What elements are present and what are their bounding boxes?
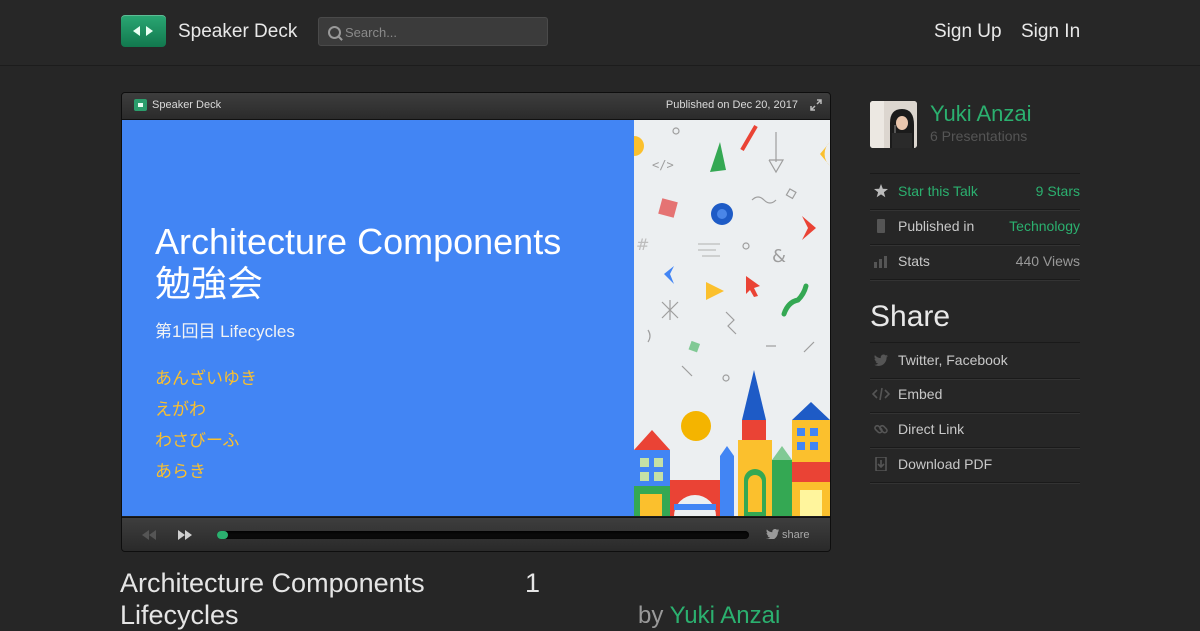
slide-view[interactable]: Architecture Components 勉強会 第1回目 Lifecyc…: [122, 120, 830, 516]
share-twitter-facebook-label[interactable]: Twitter, Facebook: [898, 352, 1008, 368]
embed-icon: [872, 387, 890, 401]
twitter-icon: [874, 354, 888, 367]
avatar[interactable]: [870, 101, 917, 148]
search-box[interactable]: [318, 17, 548, 46]
progress-fill: [217, 531, 228, 539]
category-link[interactable]: Technology: [1009, 218, 1080, 234]
svg-text:&: &: [772, 246, 786, 267]
prev-icon[interactable]: [142, 530, 156, 540]
share-direct-link[interactable]: Direct Link: [870, 412, 1080, 448]
slide-title-line2: 勉強会: [155, 263, 264, 304]
stats-icon: [874, 256, 887, 268]
talk-title-line2: Lifecycles: [120, 600, 239, 630]
slide-title-line1: Architecture Components: [155, 221, 562, 262]
bookmark-icon: [877, 219, 885, 233]
progress-track[interactable]: [217, 531, 749, 539]
published-date: Published on Dec 20, 2017: [665, 99, 798, 111]
view-count: 440 Views: [1015, 253, 1080, 269]
slide-title-panel: Architecture Components 勉強会 第1回目 Lifecyc…: [122, 120, 634, 516]
stats-label: Stats: [898, 253, 930, 269]
byline-by: by: [638, 602, 664, 629]
share-twitter-facebook[interactable]: Twitter, Facebook: [870, 342, 1080, 379]
brand-name[interactable]: Speaker Deck: [178, 21, 297, 43]
top-bar: Speaker Deck Sign Up Sign In: [0, 0, 1200, 66]
star-talk-row[interactable]: Star this Talk 9 Stars: [870, 173, 1080, 210]
twitter-icon: [766, 529, 779, 540]
share-download-pdf-label[interactable]: Download PDF: [898, 456, 992, 472]
next-icon[interactable]: [178, 530, 192, 540]
slide-presenter: わさびーふ: [155, 431, 240, 450]
fullscreen-icon[interactable]: [810, 99, 822, 111]
star-count: 9 Stars: [1035, 183, 1080, 199]
player-controls: share: [122, 517, 830, 551]
star-icon: [874, 184, 888, 198]
speakerdeck-logo[interactable]: [121, 15, 166, 47]
slide-player: Speaker Deck Published on Dec 20, 2017 A…: [121, 92, 831, 552]
search-input[interactable]: [343, 21, 542, 44]
logo-arrow-right: [146, 26, 153, 36]
avatar-image: [870, 101, 917, 148]
player-share[interactable]: share: [766, 529, 810, 541]
sidebar-author-name[interactable]: Yuki Anzai: [930, 101, 1032, 127]
share-direct-link-label[interactable]: Direct Link: [898, 421, 964, 437]
share-heading: Share: [870, 300, 951, 333]
published-in-row: Published in Technology: [870, 209, 1080, 245]
sign-in-link[interactable]: Sign In: [1021, 21, 1080, 43]
sign-up-link[interactable]: Sign Up: [934, 21, 1002, 43]
slide-presenter: あらき: [155, 462, 206, 481]
speakerdeck-small-icon: [134, 99, 147, 111]
slide-presenter: えがわ: [155, 400, 206, 419]
svg-text:#: #: [636, 235, 649, 254]
share-download-pdf[interactable]: Download PDF: [870, 447, 1080, 483]
player-topbar: Speaker Deck Published on Dec 20, 2017: [122, 93, 830, 120]
published-in-label: Published in: [898, 218, 975, 234]
share-embed[interactable]: Embed: [870, 377, 1080, 413]
decorative-illustration: </> # &: [634, 124, 830, 516]
talk-title-line1: Architecture Components: [120, 568, 425, 598]
svg-text:</>: </>: [652, 158, 674, 172]
sidebar-presentation-count: 6 Presentations: [930, 128, 1028, 144]
slide-number: 1: [525, 568, 541, 598]
download-icon: [875, 457, 887, 471]
byline-author-link[interactable]: Yuki Anzai: [670, 602, 781, 629]
logo-arrow-left: [133, 26, 140, 36]
slide-illustration: </> # &: [634, 120, 830, 516]
byline: by Yuki Anzai: [638, 602, 780, 630]
player-share-label: share: [782, 529, 810, 541]
search-icon-handle: [337, 35, 343, 41]
slide-subtitle: 第1回目 Lifecycles: [155, 322, 295, 341]
slide-presenter: あんざいゆき: [155, 369, 257, 388]
player-brand-label[interactable]: Speaker Deck: [152, 99, 221, 111]
slide-title: Architecture Components 勉強会: [155, 221, 561, 305]
stats-row: Stats 440 Views: [870, 244, 1080, 280]
share-embed-label[interactable]: Embed: [898, 386, 942, 402]
link-icon: [874, 424, 888, 434]
star-talk-label[interactable]: Star this Talk: [898, 183, 978, 199]
